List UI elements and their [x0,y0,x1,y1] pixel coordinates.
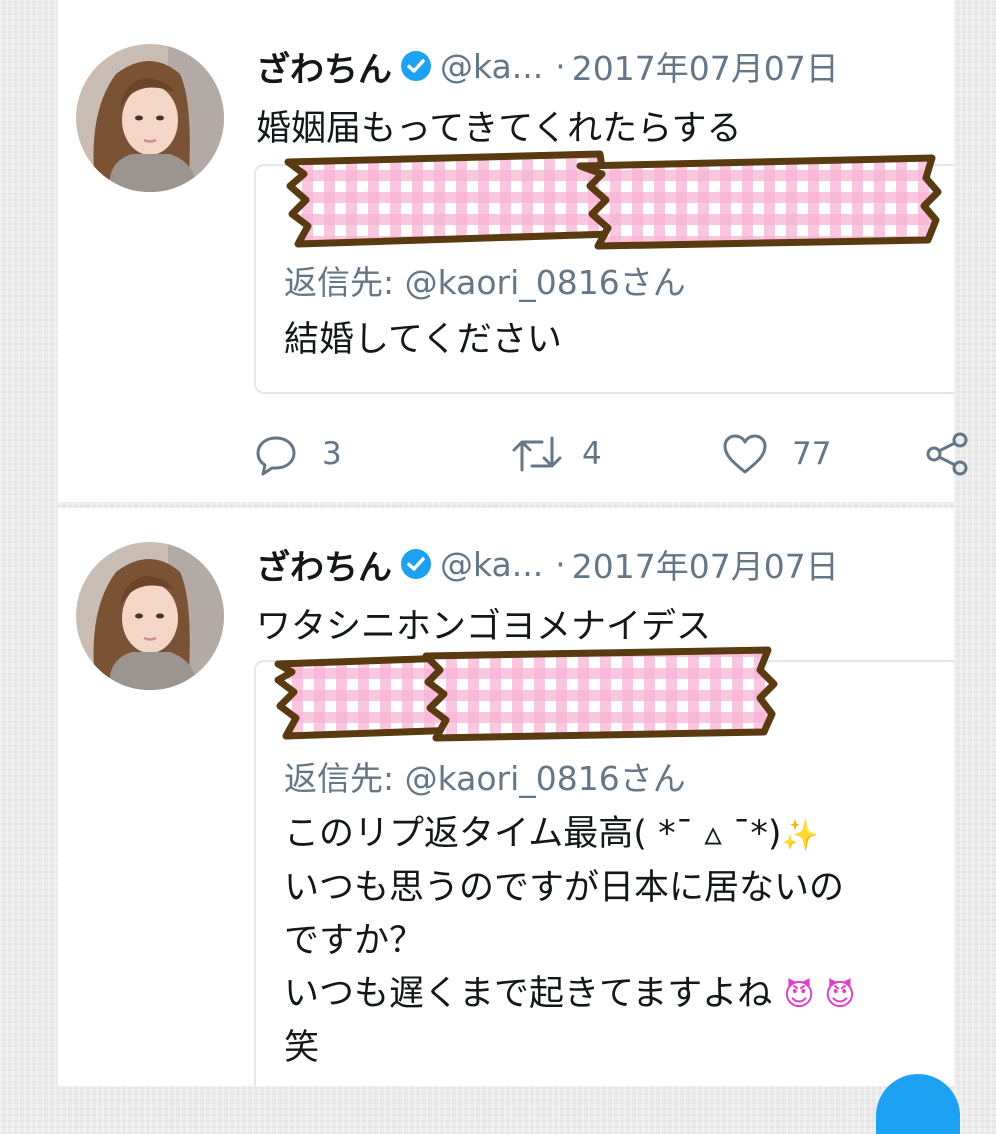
tweet-card[interactable]: ざわちん @ka... · 2017年07月07日 婚姻届もってきてくれたらする… [58,8,968,502]
tweet-header: ざわちん @ka... · 2017年07月07日 [256,540,944,589]
tweet-text: 婚姻届もってきてくれたらする [256,109,742,149]
tweet-header: ざわちん @ka... · 2017年07月07日 [256,42,944,91]
quoted-tweet-text: 結婚してください [284,320,562,360]
quoted-line: 笑 [284,1028,320,1068]
quoted-tweet-text: このリプ返タイム最高( *¯ ▵ ¯*)✨ いつも思うのですが日本に居ないの で… [284,808,856,1075]
like-action[interactable]: 77 [722,426,831,482]
reply-to-label[interactable]: 返信先: @kaori_0816さん [284,256,686,304]
tweet-text: ワタシニホンゴヨメナイデス [256,607,712,647]
reply-to-label[interactable]: 返信先: @kaori_0816さん [284,752,686,800]
verified-badge-icon [400,548,432,580]
user-handle[interactable]: @ka... [440,545,543,584]
tweet-date[interactable]: 2017年07月07日 [572,540,839,588]
quoted-line: いつも思うのですが日本に居ないの [284,868,845,908]
smiling-devil-emoji-icon: 😈 😈 [783,978,856,1013]
reply-icon[interactable] [254,432,298,476]
separator-dot: · [555,544,566,584]
verified-badge-icon [400,50,432,82]
display-name[interactable]: ざわちん [256,42,392,91]
retweet-icon[interactable] [510,432,564,476]
quoted-tweet[interactable]: 返信先: @kaori_0816さん このリプ返タイム最高( *¯ ▵ ¯*)✨… [254,660,954,1086]
reply-action[interactable]: 3 [254,426,342,482]
tweet-actions: 3 4 77 [254,426,968,482]
share-action[interactable] [924,426,970,482]
retweet-count: 4 [582,436,602,472]
quoted-tweet[interactable]: 返信先: @kaori_0816さん 結婚してください [254,164,954,394]
separator-dot: · [555,46,566,86]
tweet-card[interactable]: ざわちん @ka... · 2017年07月07日 ワタシニホンゴヨメナイデス … [58,508,954,1086]
quoted-line: このリプ返タイム最高( *¯ ▵ ¯*) [284,814,782,854]
sparkle-emoji-icon: ✨ [781,818,819,853]
quoted-line: ですか？ [284,921,425,961]
share-icon[interactable] [924,432,970,476]
reply-count: 3 [322,436,342,472]
retweet-action[interactable]: 4 [510,426,602,482]
like-icon[interactable] [722,432,768,476]
avatar[interactable] [76,542,224,690]
quoted-line: いつも遅くまで起きてますよね [284,974,773,1014]
avatar[interactable] [76,44,224,192]
display-name[interactable]: ざわちん [256,540,392,589]
user-handle[interactable]: @ka... [440,47,543,86]
like-count: 77 [792,436,832,472]
tweet-date[interactable]: 2017年07月07日 [572,42,839,90]
